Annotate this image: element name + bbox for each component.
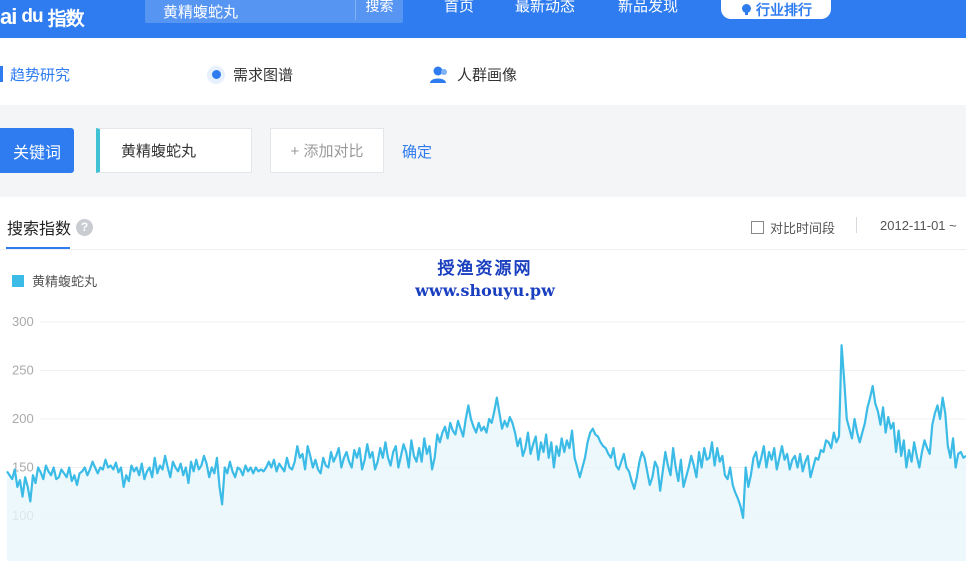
nav-home[interactable]: 首页 [444, 0, 474, 14]
tab-trend-label: 趋势研究 [10, 67, 71, 84]
tab-crowd-portrait[interactable]: 人群画像 [429, 64, 517, 85]
search-index-panel: 搜索指数 ? 对比时间段 2012-11-01 ~ 10015020025030… [0, 197, 966, 561]
keyword-field[interactable]: 黄精蝮蛇丸 [96, 128, 252, 173]
nav-new-products[interactable]: 新品发现 [618, 0, 678, 14]
search-index-chart: 100150200250300 [6, 314, 966, 561]
y-tick-label: 300 [12, 314, 34, 329]
industry-rank-label: 行业排行 [756, 1, 812, 18]
search-box: 搜索 [145, 0, 403, 23]
person-icon [430, 66, 447, 83]
trophy-icon [742, 4, 751, 15]
add-compare-button[interactable]: + 添加对比 [270, 128, 384, 173]
logo-text: ai [0, 4, 17, 29]
search-button[interactable]: 搜索 [356, 0, 403, 23]
watermark: 授渔资源网 www.shouyu.pw [410, 258, 560, 302]
legend-series-name: 黄精蝮蛇丸 [32, 274, 98, 289]
watermark-url: www.shouyu.pw [415, 281, 555, 300]
search-input[interactable] [145, 0, 355, 23]
confirm-button[interactable]: 确定 [402, 141, 432, 162]
y-tick-label: 250 [12, 363, 34, 378]
keyword-bar: 关键词 黄精蝮蛇丸 + 添加对比 确定 [0, 105, 966, 197]
watermark-cn: 授渔资源网 [437, 259, 533, 279]
baidu-index-logo[interactable]: ai du 指数 [0, 2, 85, 32]
logo-du: du [21, 6, 43, 27]
legend-swatch [12, 274, 24, 287]
top-bar: ai du 指数 搜索 首页 最新动态 新品发现 行业排行 [0, 0, 966, 38]
industry-rank-button[interactable]: 行业排行 [721, 0, 831, 19]
analysis-tabs: 趋势研究 需求图谱 人群画像 [0, 38, 966, 105]
keyword-label: 关键词 [0, 128, 74, 173]
tab-trend-research[interactable]: 趋势研究 [10, 64, 70, 85]
tab-demand-map[interactable]: 需求图谱 [207, 64, 293, 85]
demand-map-icon [207, 65, 225, 84]
active-tab-indicator [0, 66, 3, 82]
logo-cn: 指数 [47, 8, 85, 30]
series-area-fill [7, 345, 966, 561]
nav-latest-news[interactable]: 最新动态 [515, 0, 575, 14]
tab-crowd-label: 人群画像 [457, 67, 518, 84]
y-tick-label: 200 [12, 411, 34, 426]
tab-demand-label: 需求图谱 [233, 67, 294, 84]
chart-legend[interactable]: 黄精蝮蛇丸 [12, 271, 97, 290]
